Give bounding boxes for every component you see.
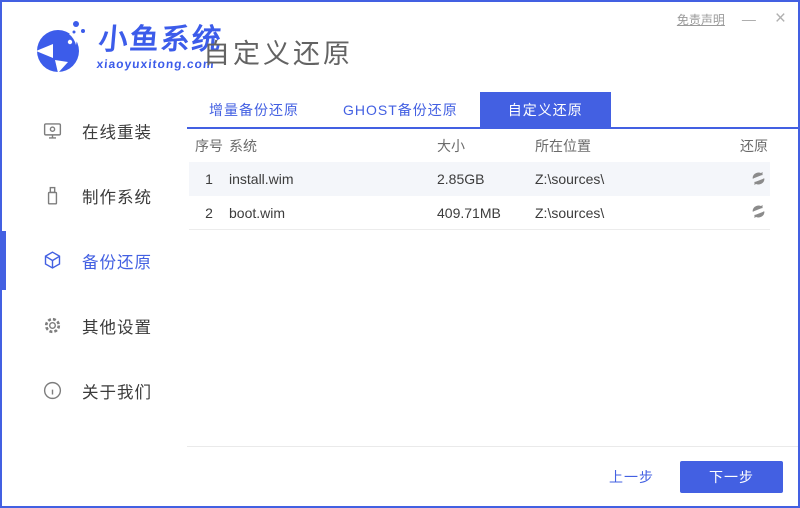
sidebar-item-about-us[interactable]: 关于我们 xyxy=(2,358,187,423)
table-header-row: 序号 系统 大小 所在位置 还原 xyxy=(189,129,770,162)
active-indicator xyxy=(2,101,6,160)
app-window: 小鱼系统 xiaoyuxitong.com 自定义还原 免责声明 — × 在线重… xyxy=(0,0,800,508)
col-header-location: 所在位置 xyxy=(535,137,591,154)
sidebar-item-backup-restore[interactable]: 备份还原 xyxy=(2,228,187,293)
close-button[interactable]: × xyxy=(773,9,788,28)
row-size: 2.85GB xyxy=(437,171,485,187)
refresh-icon[interactable] xyxy=(748,202,768,222)
sidebar-item-label: 备份还原 xyxy=(82,253,152,272)
fish-logo-icon xyxy=(32,14,90,81)
col-header-index: 序号 xyxy=(195,137,223,154)
active-indicator xyxy=(2,166,6,225)
disclaimer-link[interactable]: 免责声明 xyxy=(677,11,725,28)
col-header-restore: 还原 xyxy=(740,137,768,154)
sidebar-item-other-settings[interactable]: 其他设置 xyxy=(2,293,187,358)
usb-drive-icon xyxy=(42,185,63,206)
row-index: 1 xyxy=(205,171,213,187)
table-row: 2 boot.wim 409.71MB Z:\sources\ xyxy=(189,196,770,230)
col-header-system: 系统 xyxy=(229,137,257,154)
monitor-icon xyxy=(42,120,63,141)
row-location: Z:\sources\ xyxy=(535,171,605,187)
minimize-button[interactable]: — xyxy=(739,11,759,27)
row-size: 409.71MB xyxy=(437,204,501,221)
active-indicator xyxy=(2,296,6,355)
active-indicator xyxy=(2,231,6,290)
tab-ghost-backup-restore[interactable]: GHOST备份还原 xyxy=(321,92,480,127)
table-row: 1 install.wim 2.85GB Z:\sources\ xyxy=(189,162,770,196)
refresh-icon[interactable] xyxy=(748,168,768,188)
sidebar-item-label: 在线重装 xyxy=(82,123,152,142)
footer: 上一步 下一步 xyxy=(187,446,798,506)
tab-bar: 增量备份还原 GHOST备份还原 自定义还原 xyxy=(187,92,798,129)
row-system: boot.wim xyxy=(229,204,286,221)
row-index: 2 xyxy=(205,204,213,221)
window-controls: 免责声明 — × xyxy=(677,9,788,28)
page-title: 自定义还原 xyxy=(203,39,353,69)
sidebar-item-label: 其他设置 xyxy=(82,318,152,337)
tab-custom-restore[interactable]: 自定义还原 xyxy=(479,92,611,127)
main-content: 增量备份还原 GHOST备份还原 自定义还原 序号 系统 大小 所在位置 还原 … xyxy=(187,92,798,506)
info-icon xyxy=(42,380,63,401)
gear-icon xyxy=(42,315,63,336)
backup-table: 序号 系统 大小 所在位置 还原 1 install.wim 2.85GB Z:… xyxy=(189,129,770,230)
sidebar: 在线重装 制作系统 备份还原 其他设置 关于我们 xyxy=(2,92,187,506)
col-header-size: 大小 xyxy=(437,137,465,154)
active-indicator xyxy=(2,361,6,420)
brand-logo: 小鱼系统 xiaoyuxitong.com xyxy=(32,14,224,81)
sidebar-item-label: 关于我们 xyxy=(82,383,152,402)
row-system: install.wim xyxy=(229,171,294,187)
sidebar-item-label: 制作系统 xyxy=(82,188,152,207)
backup-cube-icon xyxy=(42,250,63,271)
header: 小鱼系统 xiaoyuxitong.com 自定义还原 免责声明 — × xyxy=(2,2,798,92)
sidebar-item-make-system[interactable]: 制作系统 xyxy=(2,163,187,228)
sidebar-item-online-reinstall[interactable]: 在线重装 xyxy=(2,98,187,163)
next-step-button[interactable]: 下一步 xyxy=(680,460,783,493)
prev-step-button[interactable]: 上一步 xyxy=(609,467,654,487)
row-location: Z:\sources\ xyxy=(535,204,605,221)
tab-incremental-backup-restore[interactable]: 增量备份还原 xyxy=(187,92,321,127)
